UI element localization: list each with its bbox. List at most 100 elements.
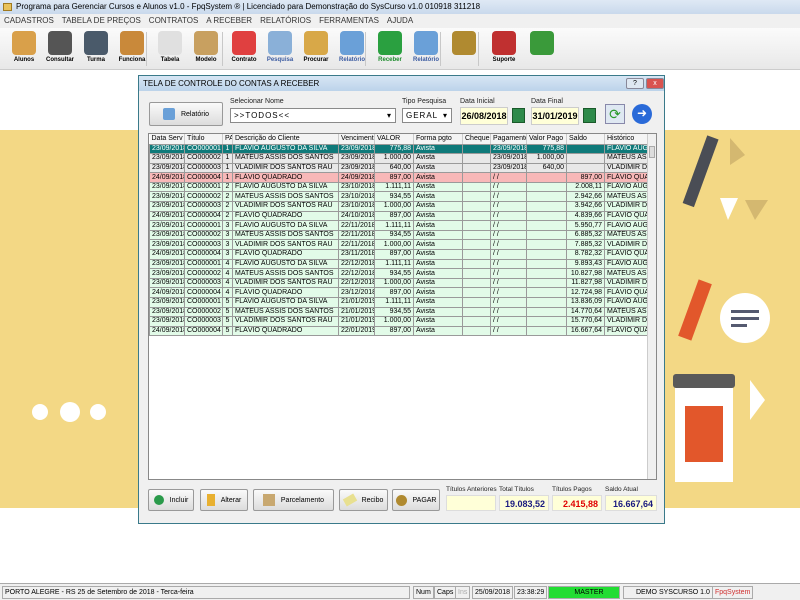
column-header[interactable]: Valor Pago <box>526 134 567 145</box>
menu-item[interactable]: CONTRATOS <box>149 16 198 25</box>
column-header[interactable]: Título <box>184 134 223 145</box>
toolbar-button[interactable]: Funciona <box>114 31 150 69</box>
toolbar-button[interactable]: Receber <box>372 31 408 69</box>
table-row[interactable]: 23/09/2018 CO000001 4 FLAVIO AUGUSTO DA SIL… <box>149 258 649 270</box>
column-header[interactable]: VALOR <box>374 134 414 145</box>
table-cell: 23/09/2018 <box>149 239 185 251</box>
table-row[interactable]: 23/09/2018 CO000002 1 MATEUS ASSIS DOS SANT… <box>149 153 649 164</box>
vertical-scrollbar[interactable] <box>647 134 656 479</box>
menu-item[interactable]: A RECEBER <box>206 16 252 25</box>
table-row[interactable]: 23/09/2018 CO000002 2 MATEUS ASSIS DOS SANT… <box>149 191 649 203</box>
table-row[interactable]: 24/09/2018 CO000004 5 FLÁVIO QUADRADO 22/01/… <box>149 325 649 337</box>
table-cell <box>526 306 567 318</box>
column-header[interactable]: PA <box>222 134 233 145</box>
pay-button[interactable]: PAGAR <box>392 489 440 511</box>
table-cell: MATEUS ASSI <box>604 268 649 279</box>
edit-button[interactable]: Alterar <box>200 489 248 511</box>
table-cell <box>462 181 491 193</box>
table-cell: / / <box>490 172 527 183</box>
calendar-icon[interactable] <box>583 108 596 123</box>
table-cell: 23/10/2018 <box>338 181 375 193</box>
table-cell: VLADIMIR DOS SANTOS RAU <box>232 316 339 327</box>
table-cell <box>526 316 567 327</box>
toolbar-button[interactable] <box>446 31 482 69</box>
menu-item[interactable]: FERRAMENTAS <box>319 16 379 25</box>
report-button[interactable]: Relatório <box>149 102 223 126</box>
table-cell: 23/09/2018 <box>338 143 375 155</box>
toolbar-button[interactable]: Pesquisa <box>262 31 298 69</box>
toolbar-button[interactable]: Turma <box>78 31 114 69</box>
column-header[interactable]: Descrição do Cliente <box>232 134 339 145</box>
arrow-right-icon[interactable]: ➜ <box>632 104 652 124</box>
table-row[interactable]: 23/09/2018 CO000003 3 VLADIMIR DOS SANTOS R… <box>149 239 649 251</box>
window-title: Programa para Gerenciar Cursos e Alunos … <box>16 2 481 11</box>
column-header[interactable]: Histórico <box>604 134 649 145</box>
table-cell <box>462 297 491 308</box>
search-type-dropdown[interactable]: GERAL ▾ <box>402 108 452 123</box>
toolbar-button[interactable]: Alunos <box>6 31 42 69</box>
calendar-icon[interactable] <box>512 108 525 123</box>
table-cell: Avista <box>413 201 463 212</box>
table-cell: 24/10/2018 <box>338 210 375 222</box>
table-cell <box>526 268 567 279</box>
column-header[interactable]: Saldo <box>566 134 605 145</box>
toolbar-button[interactable]: Suporte <box>486 31 522 69</box>
toolbar-separator <box>222 32 223 66</box>
table-cell: / / <box>490 325 527 337</box>
help-button[interactable]: ? <box>626 78 644 89</box>
table-row[interactable]: 23/09/2018 CO000002 5 MATEUS ASSIS DOS SANT… <box>149 306 649 318</box>
installments-button[interactable]: Parcelamento <box>253 489 334 511</box>
table-cell: VLADIMIR DO <box>604 316 649 327</box>
toolbar-button[interactable]: Relatório <box>408 31 444 69</box>
table-row[interactable]: 23/09/2018 CO000001 2 FLAVIO AUGUSTO DA SIL… <box>149 181 649 193</box>
refresh-icon[interactable]: ⟳ <box>605 104 625 124</box>
table-cell: FLAVIO AUGU <box>604 143 649 155</box>
toolbar-button[interactable]: Tabela <box>152 31 188 69</box>
include-button[interactable]: Incluir <box>148 489 194 511</box>
table-row[interactable]: 23/09/2018 CO000003 4 VLADIMIR DOS SANTOS R… <box>149 277 649 289</box>
table-cell: MATEUS ASSI <box>604 306 649 318</box>
column-header[interactable]: Cheque <box>462 134 491 145</box>
toolbar-button[interactable]: Contrato <box>226 31 262 69</box>
table-cell <box>526 258 567 270</box>
receipt-button[interactable]: Recibo <box>339 489 388 511</box>
coin-icon <box>452 31 476 55</box>
toolbar-button[interactable]: Consultar <box>42 31 78 69</box>
menu-item[interactable]: RELATÓRIOS <box>260 16 311 25</box>
table-row[interactable]: 24/09/2018 CO000004 3 FLÁVIO QUADRADO 23/11/… <box>149 249 649 260</box>
column-header[interactable]: Data Serv <box>149 134 185 145</box>
menu-item[interactable]: TABELA DE PREÇOS <box>62 16 141 25</box>
menu-item[interactable]: CADASTROS <box>4 16 54 25</box>
table-row[interactable]: 23/09/2018 CO000001 1 FLAVIO AUGUSTO DA SIL… <box>149 143 649 155</box>
table-row[interactable]: 23/09/2018 CO000003 1 VLADIMIR DOS SANTOS R… <box>149 162 649 174</box>
table-row[interactable]: 23/09/2018 CO000003 5 VLADIMIR DOS SANTOS R… <box>149 316 649 327</box>
table-cell: 2 <box>222 181 233 193</box>
toolbar-button[interactable] <box>524 31 560 69</box>
table-row[interactable]: 23/09/2018 CO000002 3 MATEUS ASSIS DOS SANT… <box>149 229 649 241</box>
table-row[interactable]: 24/09/2018 CO000004 2 FLÁVIO QUADRADO 24/10/… <box>149 210 649 222</box>
table-row[interactable]: 23/09/2018 CO000002 4 MATEUS ASSIS DOS SANT… <box>149 268 649 279</box>
menu-item[interactable]: AJUDA <box>387 16 413 25</box>
scrollbar-thumb[interactable] <box>649 146 655 158</box>
column-header[interactable]: Vencimento <box>338 134 375 145</box>
table-row[interactable]: 24/09/2018 CO000004 4 FLÁVIO QUADRADO 23/12/… <box>149 287 649 298</box>
add-icon <box>153 495 164 505</box>
select-name-dropdown[interactable]: >>TODOS<< ▾ <box>230 108 396 123</box>
table-cell: 897,00 <box>374 325 414 337</box>
column-header[interactable]: Pagamento <box>490 134 527 145</box>
table-row[interactable]: 23/09/2018 CO000001 3 FLAVIO AUGUSTO DA SIL… <box>149 220 649 231</box>
toolbar-button-label: Modelo <box>195 57 217 63</box>
start-date-field[interactable]: 26/08/2018 <box>460 107 508 125</box>
toolbar-button[interactable]: Procurar <box>298 31 334 69</box>
table-row[interactable]: 23/09/2018 CO000001 5 FLAVIO AUGUSTO DA SIL… <box>149 297 649 308</box>
column-header[interactable]: Forma pgto <box>413 134 463 145</box>
table-row[interactable]: 24/09/2018 CO000004 1 FLÁVIO QUADRADO 24/09/… <box>149 172 649 183</box>
table-cell: 1.111,11 <box>374 258 414 270</box>
close-button[interactable]: x <box>646 78 664 89</box>
table-row[interactable]: 23/09/2018 CO000003 2 VLADIMIR DOS SANTOS R… <box>149 201 649 212</box>
end-date-field[interactable]: 31/01/2019 <box>531 107 579 125</box>
table-cell: 22/12/2018 <box>338 268 375 279</box>
toolbar-button[interactable]: Modelo <box>188 31 224 69</box>
table-cell: 1.000,00 <box>374 201 414 212</box>
table-cell: 23/09/2018 <box>338 162 375 174</box>
